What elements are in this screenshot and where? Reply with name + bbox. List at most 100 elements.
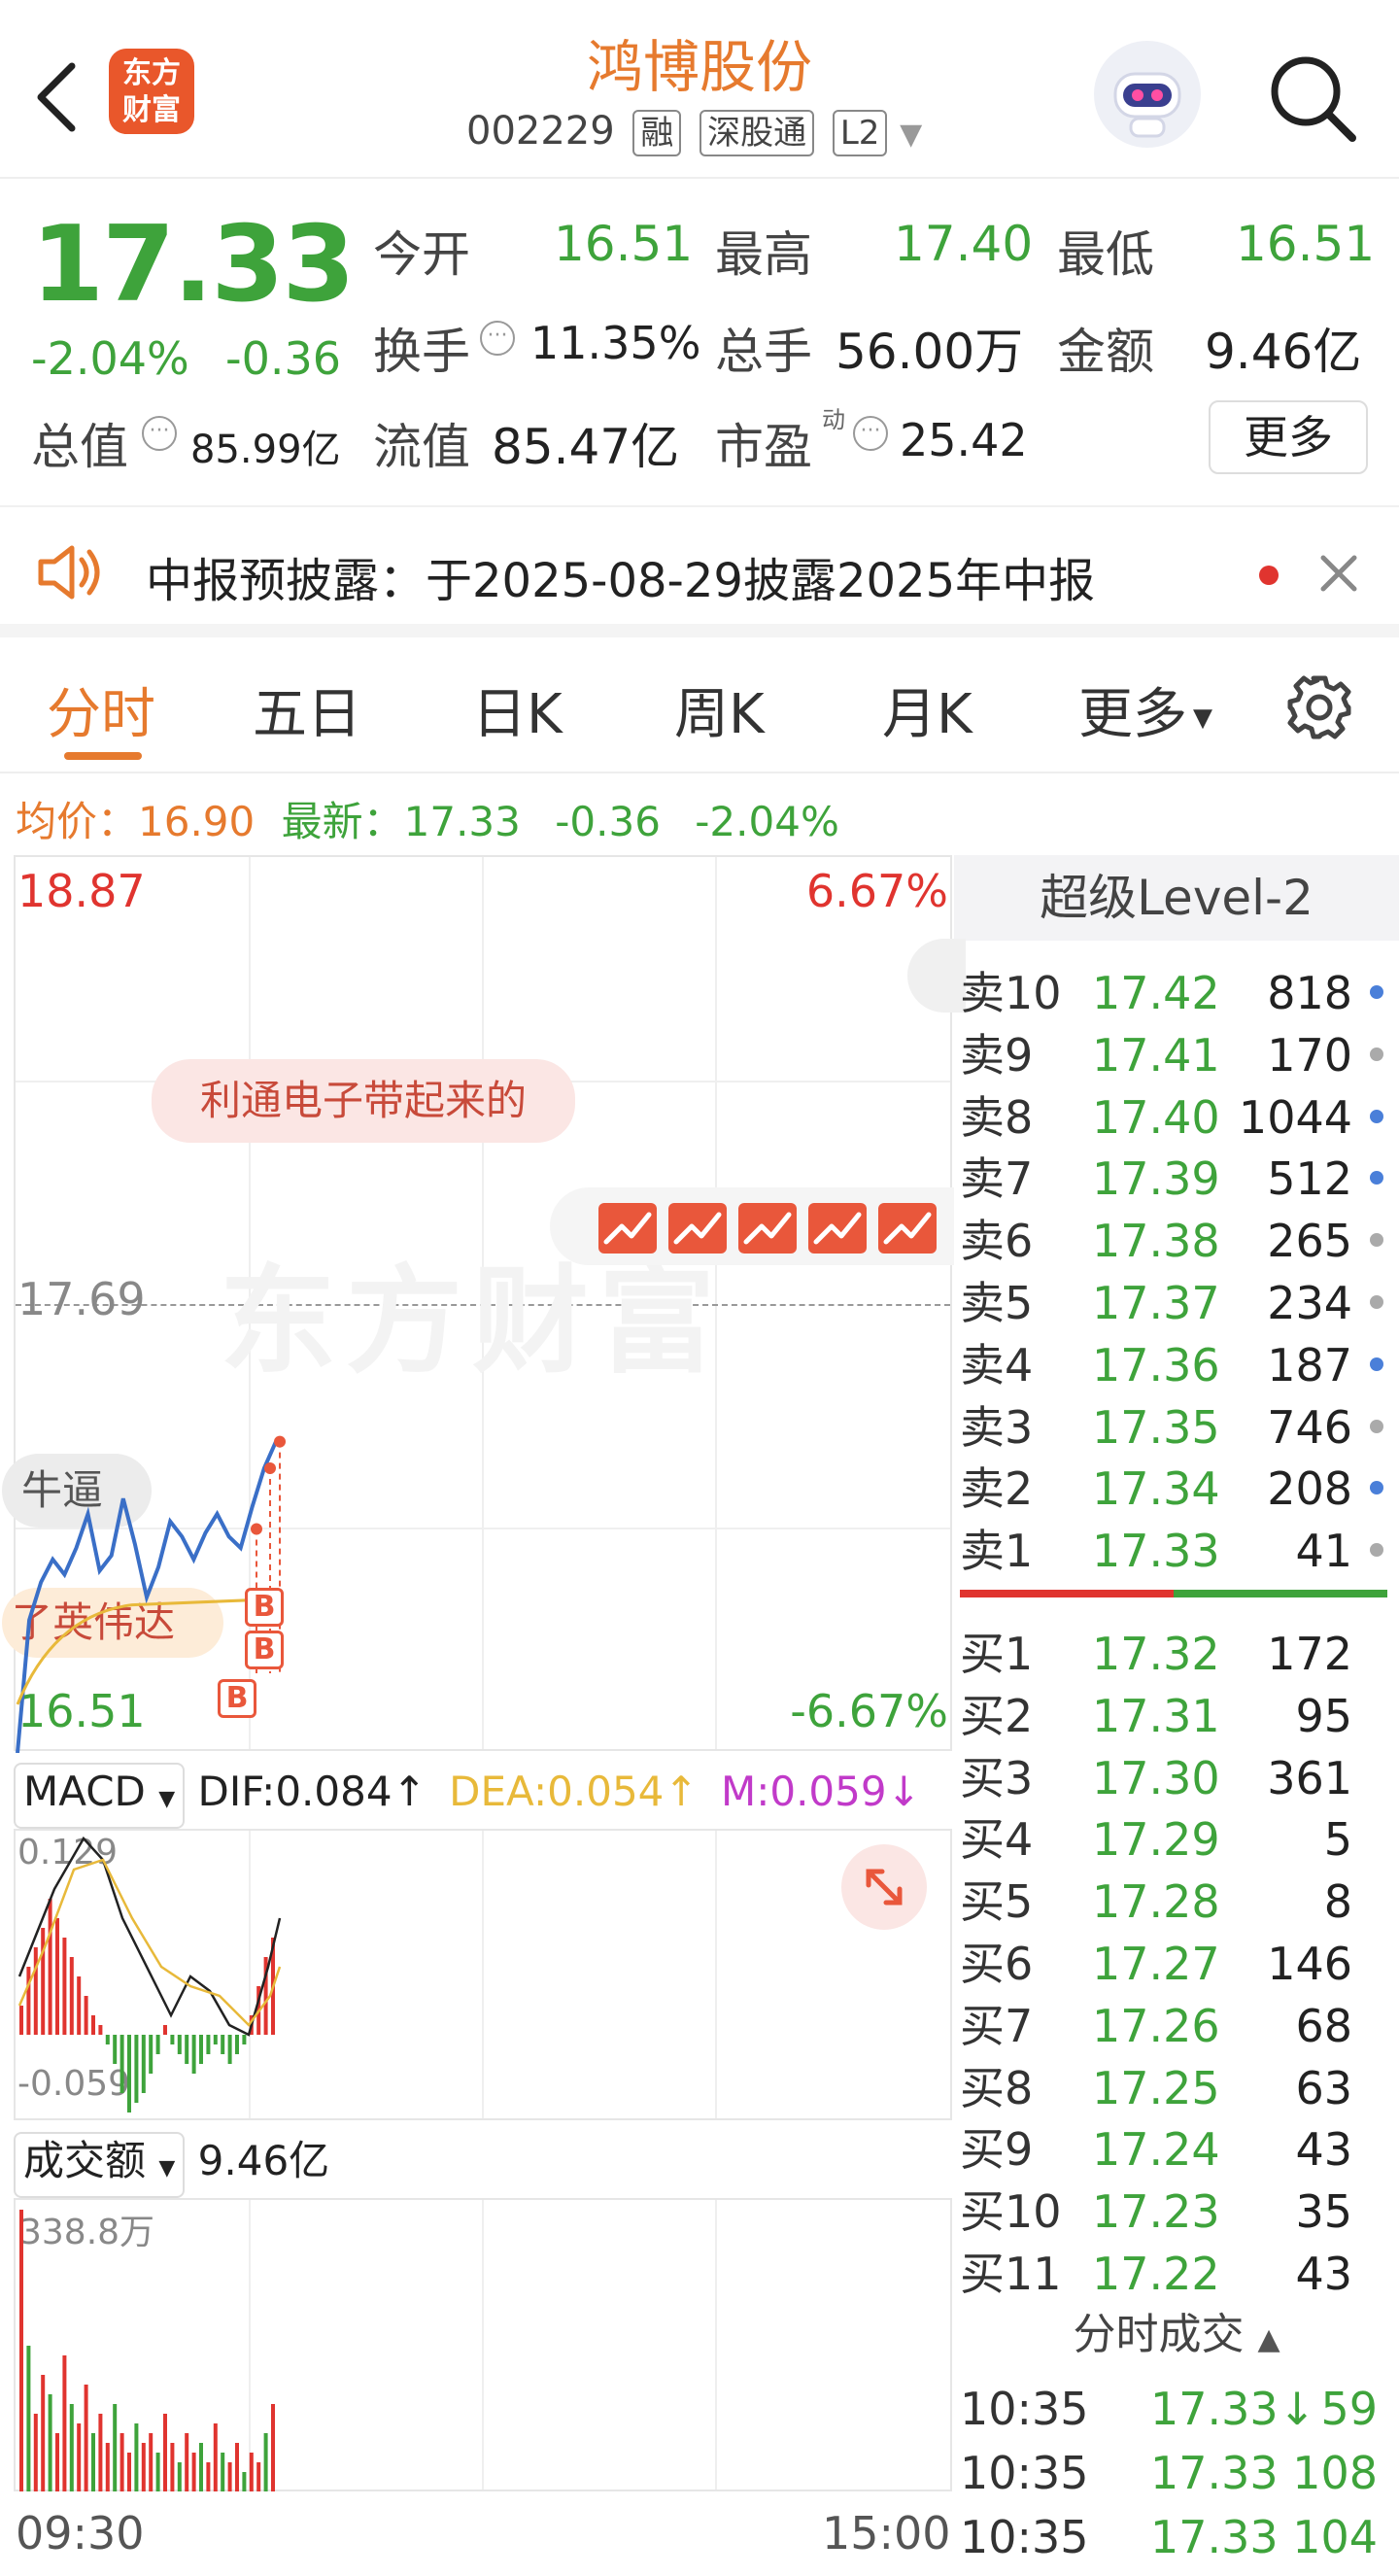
caret-down-icon: ▼	[1193, 703, 1212, 733]
ask-row[interactable]: 卖5 17.37 234	[960, 1272, 1387, 1334]
buy-marker[interactable]: B	[218, 1679, 256, 1718]
ask-row[interactable]: 卖7 17.39 512	[960, 1148, 1387, 1210]
macd-histogram-bar	[105, 2035, 110, 2044]
bid-row[interactable]: 买5 17.28 8	[960, 1871, 1387, 1933]
ask-row[interactable]: 卖1 17.33 41	[960, 1520, 1387, 1582]
trades-title[interactable]: 分时成交 ▲	[954, 2299, 1399, 2361]
tab-monthly-k[interactable]: 月K	[882, 670, 972, 749]
volume-bar	[191, 2453, 196, 2491]
intraday-price-chart[interactable]: 东方财富 18.87 17.69 16.51 6.67% -6.67% 利通电子…	[2, 855, 958, 1753]
tab-intraday[interactable]: 分时	[47, 670, 155, 749]
latest-change: -0.36	[555, 798, 661, 845]
volume-bar	[227, 2462, 232, 2491]
speaker-icon	[38, 545, 100, 600]
notice-text[interactable]: 中报预披露：于2025-08-29披露2025年中报	[146, 542, 1095, 610]
bid-level-label: 买7	[960, 1999, 1034, 2052]
volume-selector-label: 成交额	[23, 2137, 147, 2184]
bid-row[interactable]: 买3 17.30 361	[960, 1747, 1387, 1809]
more-quote-button[interactable]: 更多	[1209, 400, 1368, 474]
trade-row[interactable]: 10:35 17.33 108	[960, 2441, 1387, 2505]
arrow-up-icon: ↑	[664, 1768, 699, 1815]
volume-bar	[155, 2453, 160, 2491]
volume-bar	[98, 2414, 103, 2491]
ask-row[interactable]: 卖4 17.36 187	[960, 1334, 1387, 1396]
volume-bar	[41, 2375, 46, 2491]
ask-quantity: 187	[1267, 1338, 1352, 1391]
tab-more[interactable]: 更多 ▼	[1078, 670, 1212, 749]
ask-quantity: 265	[1267, 1215, 1352, 1268]
bid-quantity: 35	[1295, 2185, 1352, 2239]
low-label: 最低	[1057, 226, 1154, 283]
ask-level-label: 卖8	[960, 1090, 1034, 1144]
bid-quantity: 63	[1295, 2061, 1352, 2114]
app-logo[interactable]: 东方 财富	[109, 49, 194, 134]
volume-chart[interactable]: 338.8万	[14, 2198, 952, 2491]
bid-row[interactable]: 买10 17.23 35	[960, 2181, 1387, 2243]
macd-histogram-bar	[185, 2035, 189, 2064]
bid-quantity: 8	[1323, 1875, 1352, 1929]
ask-row[interactable]: 卖3 17.35 746	[960, 1396, 1387, 1459]
ask-row[interactable]: 卖8 17.40 1044	[960, 1086, 1387, 1149]
volume-bar	[206, 2462, 211, 2491]
connect-tag: 深股通	[700, 110, 815, 156]
macd-selector[interactable]: MACD ▼	[14, 1763, 186, 1829]
macd-histogram-bar	[91, 2015, 95, 2035]
trade-row[interactable]: 10:35 17.33↓ 59	[960, 2377, 1387, 2441]
buy-marker[interactable]: B	[245, 1588, 284, 1627]
macd-histogram-bar	[19, 2006, 23, 2035]
order-indicator-dot	[1370, 985, 1383, 999]
assistant-robot-icon[interactable]	[1094, 41, 1201, 148]
ask-row[interactable]: 卖10 17.42 818	[960, 962, 1387, 1024]
level2-title[interactable]: 超级Level-2	[954, 855, 1399, 941]
settings-gear-icon[interactable]	[1282, 670, 1356, 744]
bid-row[interactable]: 买4 17.29 5	[960, 1808, 1387, 1871]
tab-five-day[interactable]: 五日	[253, 670, 361, 749]
volume-bar	[256, 2462, 261, 2491]
bid-row[interactable]: 买8 17.25 63	[960, 2057, 1387, 2119]
expand-button[interactable]	[841, 1844, 927, 1930]
info-icon[interactable]: ···	[142, 416, 177, 451]
volume-bar	[77, 2423, 82, 2491]
macd-histogram-bar	[221, 2035, 225, 2054]
ask-row[interactable]: 卖2 17.34 208	[960, 1458, 1387, 1520]
search-icon[interactable]	[1263, 49, 1360, 146]
stock-code-row[interactable]: 002229 融 深股通 L2 ▼	[466, 109, 922, 161]
notice-bar[interactable]: 中报预披露：于2025-08-29披露2025年中报	[0, 505, 1399, 637]
macd-histogram-bar	[141, 2035, 146, 2093]
volume-selector[interactable]: 成交额 ▼	[14, 2132, 186, 2198]
bid-row[interactable]: 买11 17.22 43	[960, 2243, 1387, 2305]
back-arrow-icon[interactable]	[27, 58, 85, 136]
bid-row[interactable]: 买1 17.32 172	[960, 1623, 1387, 1685]
ask-row[interactable]: 卖9 17.41 170	[960, 1024, 1387, 1086]
bid-row[interactable]: 买9 17.24 43	[960, 2118, 1387, 2181]
macd-histogram-bar	[227, 2035, 232, 2064]
ask-row[interactable]: 卖6 17.38 265	[960, 1210, 1387, 1272]
bid-level-label: 买6	[960, 1938, 1034, 1990]
macd-histogram-bar	[113, 2035, 118, 2064]
tab-weekly-k[interactable]: 周K	[674, 670, 765, 749]
chevron-down-icon[interactable]: ▼	[900, 118, 922, 152]
ask-price: 17.35	[1092, 1400, 1220, 1454]
ask-quantity: 1044	[1238, 1090, 1352, 1144]
info-icon[interactable]: ···	[480, 321, 515, 356]
bid-row[interactable]: 买2 17.31 95	[960, 1685, 1387, 1747]
bid-row[interactable]: 买7 17.26 68	[960, 1995, 1387, 2057]
ask-quantity: 41	[1295, 1525, 1352, 1578]
stock-name[interactable]: 鸿博股份	[457, 21, 942, 103]
macd-chart[interactable]: 0.129 -0.059	[14, 1829, 952, 2120]
macd-histogram-bar	[26, 1967, 31, 2035]
trade-time: 10:35	[960, 2511, 1089, 2563]
info-icon[interactable]: ···	[853, 416, 888, 451]
macd-histogram-bar	[177, 2035, 182, 2054]
buy-marker[interactable]: B	[245, 1631, 284, 1669]
close-icon[interactable]	[1317, 552, 1360, 595]
bid-level-label: 买3	[960, 1751, 1034, 1804]
bid-price: 17.24	[1092, 2123, 1220, 2177]
trade-row[interactable]: 10:35 17.33 104	[960, 2505, 1387, 2569]
bid-row[interactable]: 买6 17.27 146	[960, 1933, 1387, 1995]
bid-quantity: 172	[1267, 1628, 1352, 1680]
trade-price: 17.33↓	[1150, 2383, 1316, 2435]
tab-daily-k[interactable]: 日K	[472, 670, 563, 749]
macd-histogram-bar	[242, 2035, 247, 2044]
bid-price: 17.30	[1092, 1751, 1220, 1804]
